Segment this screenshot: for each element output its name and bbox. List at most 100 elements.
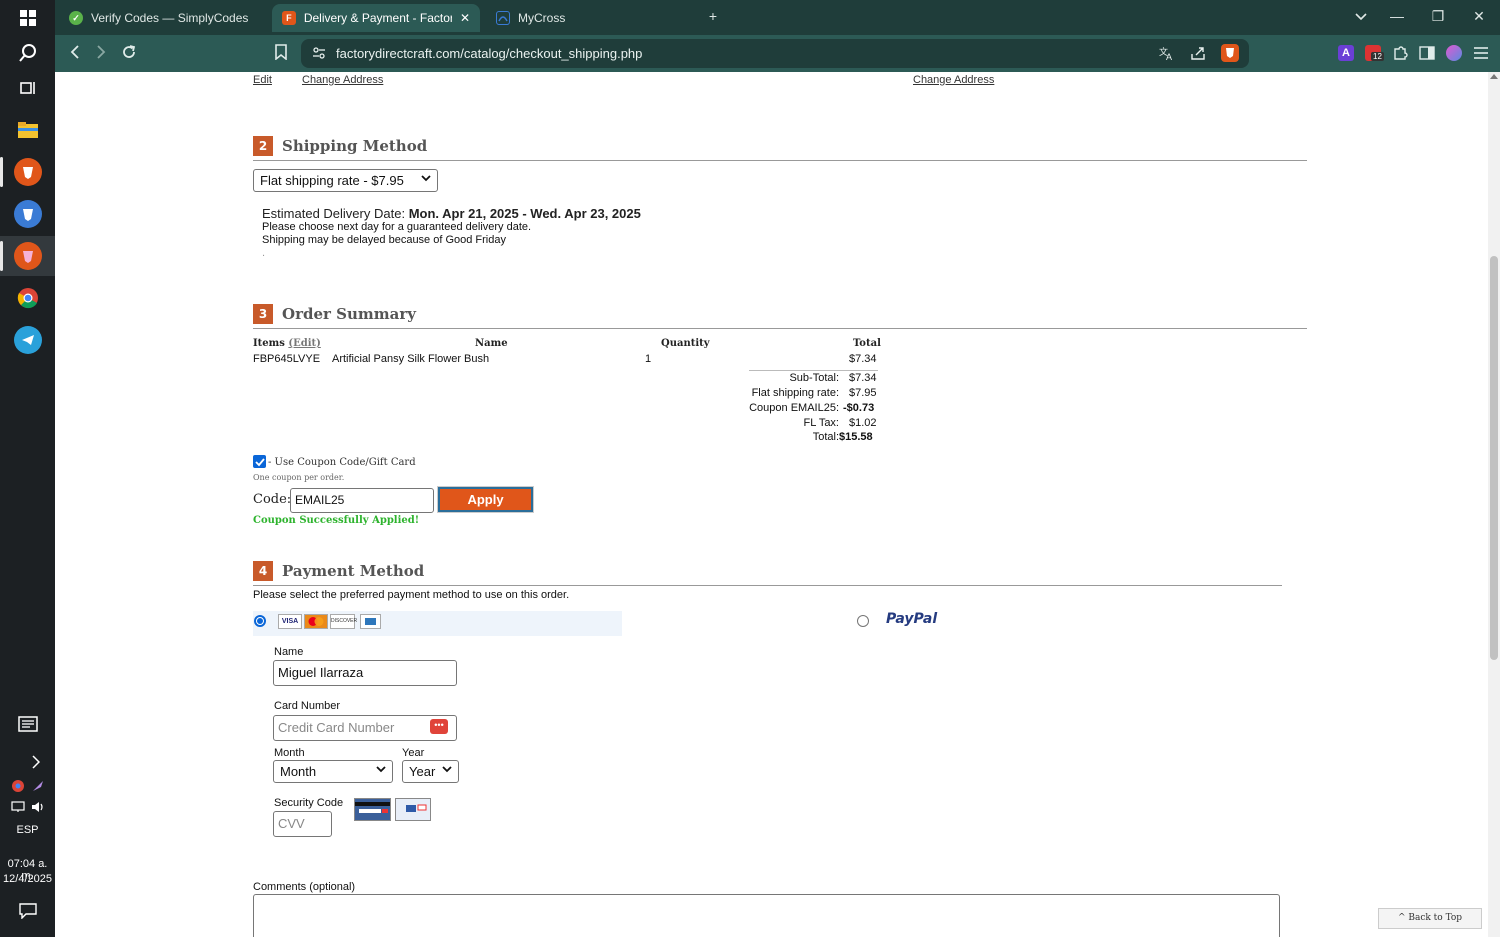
amex-icon	[360, 614, 381, 629]
section-title: Order Summary	[282, 305, 416, 323]
start-icon[interactable]	[14, 4, 42, 32]
scrollbar-thumb[interactable]	[1490, 256, 1498, 660]
brave-shields-icon[interactable]	[1221, 44, 1239, 62]
item-total: $7.34	[849, 353, 877, 365]
language-indicator[interactable]: ESP	[0, 824, 55, 836]
card-payment-radio[interactable]	[254, 615, 266, 627]
file-explorer-icon[interactable]	[14, 116, 42, 144]
shipping-method-header: 2 Shipping Method	[253, 136, 427, 156]
cvv-back-card-icon	[354, 798, 391, 821]
section-title: Shipping Method	[282, 137, 428, 155]
simplycodes-icon: ✓	[69, 11, 83, 25]
delivery-note-1: Please choose next day for a guaranteed …	[262, 221, 532, 233]
item-sku: FBP645LVYE	[253, 353, 321, 365]
change-billing-address-link[interactable]: Change Address	[302, 74, 383, 86]
site-info-icon[interactable]	[312, 46, 326, 65]
network-icon[interactable]	[8, 793, 28, 821]
coupon-code-input[interactable]: EMAIL25	[290, 488, 434, 513]
task-view-icon[interactable]	[14, 74, 42, 102]
minimize-button[interactable]: —	[1387, 8, 1407, 24]
subtotal-value: $7.34	[849, 372, 877, 384]
widgets-icon[interactable]	[14, 710, 42, 738]
year-select[interactable]: Year	[402, 760, 459, 783]
change-shipping-address-link[interactable]: Change Address	[913, 74, 994, 86]
month-select[interactable]: Month	[273, 760, 393, 783]
shipping-rate-value: $7.95	[849, 387, 877, 399]
search-icon[interactable]	[14, 39, 42, 67]
apply-coupon-button[interactable]: Apply	[437, 486, 534, 513]
back-to-top-button[interactable]: ^ Back to Top	[1378, 908, 1482, 929]
menu-icon[interactable]	[1473, 45, 1489, 61]
profile-avatar-icon[interactable]	[1446, 45, 1462, 61]
summary-divider	[749, 370, 878, 371]
cvv-front-card-icon	[395, 798, 431, 821]
estimated-delivery-label: Estimated Delivery Date:	[262, 206, 406, 221]
code-label: Code:	[253, 492, 292, 507]
use-coupon-label: - Use Coupon Code/Gift Card	[268, 457, 416, 468]
extension-badge-icon[interactable]: 12	[1365, 45, 1384, 61]
tab-mycross[interactable]: MyCross	[486, 4, 698, 32]
shipping-rate-label: Flat shipping rate:	[751, 387, 839, 399]
restore-button[interactable]: ❐	[1428, 8, 1448, 25]
edit-link[interactable]: Edit	[253, 74, 272, 86]
share-icon[interactable]	[1190, 45, 1206, 66]
brave-browser-icon[interactable]	[14, 158, 42, 186]
chevron-down-icon	[442, 765, 452, 776]
paypal-logo[interactable]: PayPal	[886, 611, 937, 627]
page-scrollbar[interactable]	[1488, 72, 1500, 937]
checkout-page: Edit Change Address Change Address 2 Shi…	[55, 72, 1488, 937]
volume-icon[interactable]	[28, 793, 48, 821]
address-bar[interactable]: factorydirectcraft.com/catalog/checkout_…	[301, 39, 1249, 68]
coupon-value: -$0.73	[843, 402, 875, 414]
url-text[interactable]: factorydirectcraft.com/catalog/checkout_…	[336, 46, 642, 61]
notifications-icon[interactable]	[14, 897, 42, 925]
tax-label: FL Tax:	[803, 417, 839, 429]
shipping-method-select[interactable]: Flat shipping rate - $7.95	[253, 169, 438, 192]
extensions-puzzle-icon[interactable]	[1392, 45, 1408, 61]
name-header: Name	[475, 338, 508, 349]
cvv-input[interactable]: CVV	[273, 811, 332, 837]
payment-method-header: 4 Payment Method	[253, 561, 424, 581]
edit-items-link[interactable]: (Edit)	[288, 338, 321, 349]
total-header: Total	[853, 338, 881, 349]
sidebar-icon[interactable]	[1419, 45, 1435, 61]
scroll-up-arrow-icon[interactable]	[1490, 74, 1498, 79]
section-divider	[253, 328, 1307, 329]
section-divider	[253, 160, 1307, 161]
chevron-down-icon	[376, 765, 386, 776]
bookmark-icon[interactable]	[271, 44, 291, 65]
subtotal-label: Sub-Total:	[789, 372, 839, 384]
brave-profile-3-icon[interactable]	[14, 242, 42, 270]
tab-search-chevron-icon[interactable]	[1351, 8, 1371, 24]
close-window-button[interactable]: ✕	[1469, 8, 1489, 25]
close-tab-icon[interactable]: ✕	[460, 11, 470, 25]
translate-icon[interactable]: 文A	[1159, 45, 1175, 64]
back-button[interactable]	[65, 44, 85, 65]
clock-date[interactable]: 12/4/2025	[0, 873, 55, 885]
browser-tab-bar: ✓ Verify Codes — SimplyCodes F Delivery …	[55, 0, 1500, 35]
order-summary-header: 3 Order Summary	[253, 304, 416, 324]
paypal-radio[interactable]	[857, 615, 869, 627]
chrome-icon[interactable]	[14, 284, 42, 312]
coupon-label: Coupon EMAIL25:	[749, 402, 839, 414]
card-name-input[interactable]: Miguel Ilarraza	[273, 660, 457, 686]
use-coupon-checkbox[interactable]	[253, 455, 266, 468]
brave-profile-2-icon[interactable]	[14, 200, 42, 228]
svg-text:A: A	[1166, 52, 1172, 61]
tab-simplycodes[interactable]: ✓ Verify Codes — SimplyCodes	[59, 4, 271, 32]
tax-value: $1.02	[849, 417, 877, 429]
telegram-icon[interactable]	[14, 326, 42, 354]
chevron-down-icon	[421, 174, 431, 185]
new-tab-button[interactable]: +	[703, 8, 723, 24]
section-title: Payment Method	[282, 562, 425, 580]
comments-textarea[interactable]	[253, 894, 1280, 937]
active-indicator	[0, 157, 3, 187]
extension-a-icon[interactable]: A	[1338, 45, 1354, 61]
forward-button[interactable]	[91, 44, 111, 65]
tab-factory-direct[interactable]: F Delivery & Payment - Factory D ✕	[272, 4, 480, 32]
payment-intro: Please select the preferred payment meth…	[253, 589, 570, 601]
active-indicator-2	[0, 241, 3, 271]
reload-button[interactable]	[119, 44, 139, 65]
security-code-label: Security Code	[274, 797, 344, 809]
password-manager-icon[interactable]: •••	[430, 719, 448, 734]
